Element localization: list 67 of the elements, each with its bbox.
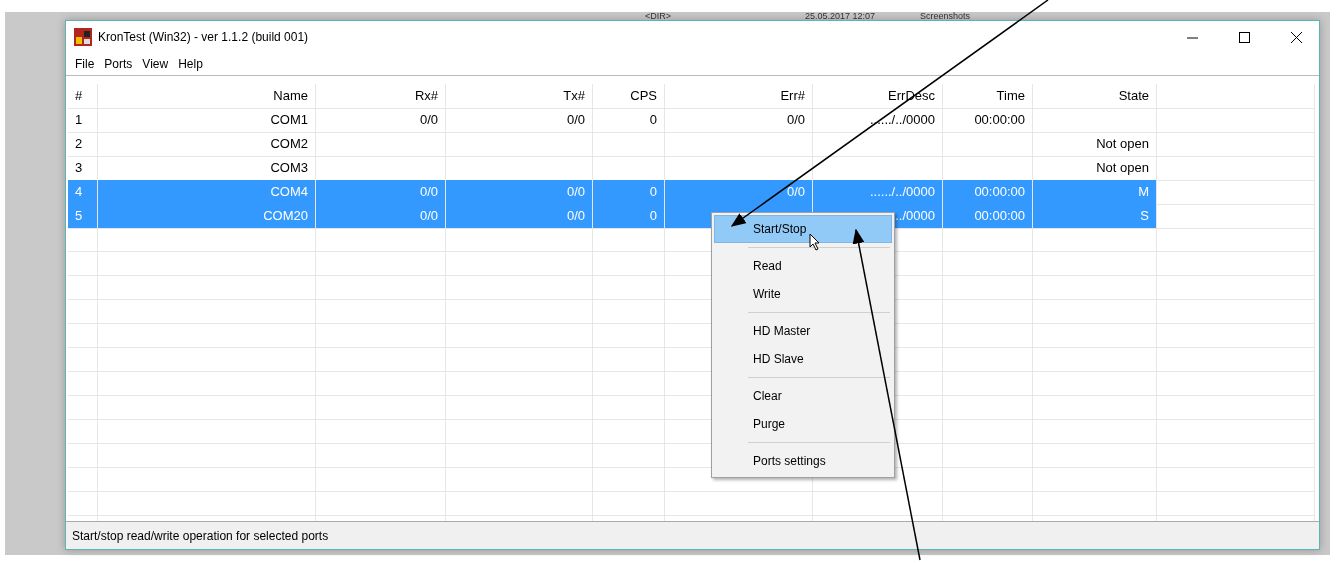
menu-item[interactable]: HD Master: [714, 317, 892, 345]
column-header[interactable]: Tx#: [446, 84, 593, 109]
table-cell: S: [1033, 204, 1157, 229]
table-cell: 0: [593, 180, 665, 205]
table-cell: 4: [68, 180, 98, 205]
maximize-icon[interactable]: [1238, 31, 1250, 43]
mouse-pointer-icon: [809, 233, 821, 251]
menu-item[interactable]: View: [137, 57, 174, 71]
menu-item[interactable]: Help: [173, 57, 208, 71]
table-cell: ....../../0000: [813, 180, 943, 205]
menu-item[interactable]: HD Slave: [714, 345, 892, 373]
empty-cell: [68, 372, 98, 396]
menu-item[interactable]: Clear: [714, 382, 892, 410]
table-cell: COM20: [98, 204, 316, 229]
empty-cell: [68, 396, 98, 420]
close-icon[interactable]: [1290, 31, 1302, 43]
menu-item[interactable]: Purge: [714, 410, 892, 438]
table-cell: 0/0: [446, 204, 593, 229]
empty-cell: [68, 324, 98, 348]
empty-cell: [593, 468, 665, 492]
menu-item[interactable]: Ports: [99, 57, 138, 71]
table-cell: 5: [68, 204, 98, 229]
table-cell: COM2: [98, 132, 316, 157]
menu-item[interactable]: Read: [714, 252, 892, 280]
table-cell: 0/0: [446, 108, 593, 133]
table-cell: COM4: [98, 180, 316, 205]
table-cell: 0/0: [316, 108, 446, 133]
empty-cell: [68, 468, 98, 492]
menu-item[interactable]: Ports settings: [714, 447, 892, 475]
empty-cell: [68, 420, 98, 444]
table-cell: 0: [593, 204, 665, 229]
column-header[interactable]: CPS: [593, 84, 665, 109]
table-cell: 0/0: [316, 204, 446, 229]
column-header[interactable]: #: [68, 84, 98, 109]
empty-cell: [68, 444, 98, 468]
background-text: <DIR>: [645, 12, 671, 21]
menu-item[interactable]: Write: [714, 280, 892, 308]
column-header[interactable]: Err#: [665, 84, 813, 109]
column-header[interactable]: State: [1033, 84, 1157, 109]
table-cell: 0/0: [665, 108, 813, 133]
empty-cell: [68, 228, 98, 252]
table-cell: COM1: [98, 108, 316, 133]
status-text: Start/stop read/write operation for selected ports: [72, 528, 329, 543]
menu-item[interactable]: File: [70, 57, 100, 71]
empty-cell: [68, 300, 98, 324]
empty-cell: [68, 252, 98, 276]
table-cell: 00:00:00: [943, 180, 1033, 205]
table-cell: Not open: [1033, 132, 1157, 157]
background-text: 25.05.2017 12:07: [805, 12, 876, 21]
app-logo-icon: [74, 28, 92, 46]
empty-cell: [68, 348, 98, 372]
table-cell: 2: [68, 132, 98, 157]
column-header[interactable]: Time: [943, 84, 1033, 109]
table-cell: 0/0: [316, 180, 446, 205]
background-text: Screenshots: [920, 12, 971, 21]
table-cell: 0/0: [665, 180, 813, 205]
table-cell: M: [1033, 180, 1157, 205]
table-cell: 00:00:00: [943, 204, 1033, 229]
menu-item[interactable]: Start/Stop: [714, 215, 892, 243]
column-header[interactable]: Rx#: [316, 84, 446, 109]
table-cell: 1: [68, 108, 98, 133]
table-cell: 0: [593, 108, 665, 133]
window-title: KronTest (Win32) - ver 1.1.2 (build 001): [98, 30, 310, 44]
empty-cell: [68, 276, 98, 300]
table-cell: 0/0: [446, 180, 593, 205]
table-cell: 00:00:00: [943, 108, 1033, 133]
column-header[interactable]: Name: [98, 84, 316, 109]
